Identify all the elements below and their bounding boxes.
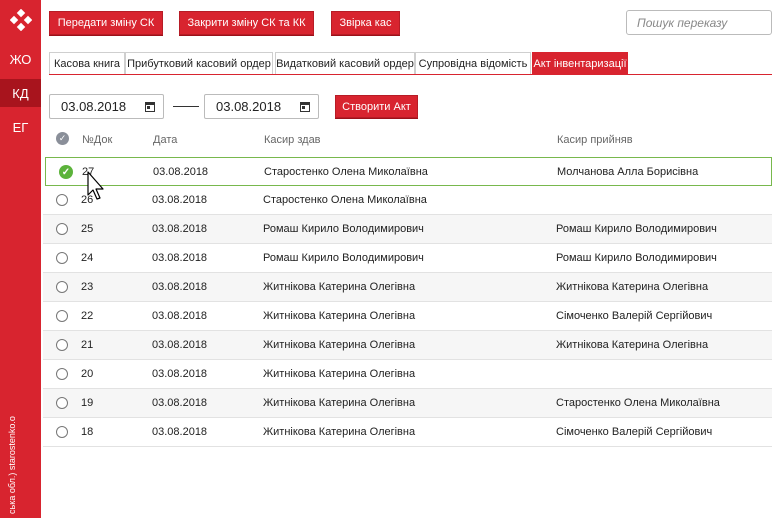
table-row[interactable]: 24 03.08.2018 Ромаш Кирило Володимирович… (43, 244, 772, 273)
cell-cashier-gave: Житнікова Катерина Олегівна (263, 339, 416, 351)
radio-icon[interactable] (56, 194, 68, 206)
date-to-field[interactable]: 03.08.2018 (204, 94, 319, 119)
cell-num: 20 (81, 368, 94, 380)
table-row[interactable]: 18 03.08.2018 Житнікова Катерина Олегівн… (43, 418, 772, 447)
cell-num: 26 (81, 194, 94, 206)
date-range-separator (173, 106, 199, 107)
check-icon[interactable]: ✓ (59, 165, 73, 179)
calendar-icon[interactable] (145, 102, 155, 112)
cell-num: 19 (81, 397, 94, 409)
radio-icon[interactable] (56, 426, 68, 438)
sidebar-item-eg[interactable]: ЕГ (0, 113, 41, 141)
cell-cashier-received: Ромаш Кирило Володимирович (556, 252, 717, 264)
cell-date: 03.08.2018 (152, 194, 208, 206)
cell-cashier-received: Сімоченко Валерій Сергійович (556, 426, 713, 438)
cell-cashier-received: Ромаш Кирило Володимирович (556, 223, 717, 235)
transfer-shift-button[interactable]: Передати зміну СК (49, 11, 163, 35)
cell-date: 03.08.2018 (152, 426, 208, 438)
cell-num: 18 (81, 426, 94, 438)
cell-date: 03.08.2018 (152, 339, 208, 351)
cell-date: 03.08.2018 (152, 397, 208, 409)
table-row[interactable]: 22 03.08.2018 Житнікова Катерина Олегівн… (43, 302, 772, 331)
table-row[interactable]: 20 03.08.2018 Житнікова Катерина Олегівн… (43, 360, 772, 389)
cell-date: 03.08.2018 (152, 252, 208, 264)
column-header-date[interactable]: Дата (153, 134, 177, 146)
date-from-field[interactable]: 03.08.2018 (49, 94, 164, 119)
search-input[interactable] (626, 10, 772, 35)
radio-icon[interactable] (56, 252, 68, 264)
close-shift-button[interactable]: Закрити зміну СК та КК (179, 11, 314, 35)
tab-inventory-act[interactable]: Акт інвентаризації (532, 52, 628, 75)
cell-cashier-received: Житнікова Катерина Олегівна (556, 281, 709, 293)
cell-cashier-gave: Житнікова Катерина Олегівна (263, 368, 416, 380)
tab-cover-sheet[interactable]: Супровідна відомість (415, 52, 531, 75)
user-info: ська обл.) starostenko.o (5, 374, 19, 514)
radio-icon[interactable] (56, 339, 68, 351)
cell-cashier-gave: Житнікова Катерина Олегівна (263, 310, 416, 322)
logo-icon[interactable] (0, 0, 41, 40)
column-header-num[interactable]: №Док (82, 134, 112, 146)
cell-cashier-gave: Житнікова Катерина Олегівна (263, 281, 416, 293)
cell-date: 03.08.2018 (152, 310, 208, 322)
cell-cashier-received: Житнікова Катерина Олегівна (556, 339, 709, 351)
sidebar-item-kd[interactable]: КД (0, 79, 41, 107)
tab-receipt-order[interactable]: Прибутковий касовий ордер (125, 52, 273, 75)
table-row[interactable]: 26 03.08.2018 Старостенко Олена Миколаїв… (43, 186, 772, 215)
calendar-icon[interactable] (300, 102, 310, 112)
user-info-text: ська обл.) starostenko.o (7, 416, 17, 514)
radio-icon[interactable] (56, 368, 68, 380)
table-row[interactable]: ✓ 27 03.08.2018 Старостенко Олена Микола… (45, 157, 772, 186)
cell-date: 03.08.2018 (152, 223, 208, 235)
radio-icon[interactable] (56, 397, 68, 409)
cell-cashier-received: Молчанова Алла Борисівна (557, 166, 699, 178)
cell-num: 23 (81, 281, 94, 293)
cell-cashier-gave: Ромаш Кирило Володимирович (263, 223, 424, 235)
sidebar: ЖО КД ЕГ ська обл.) starostenko.o (0, 0, 41, 518)
tab-expense-order[interactable]: Видатковий касовий ордер (275, 52, 415, 75)
cell-num: 27 (82, 166, 95, 178)
column-header-cashier-received[interactable]: Касир прийняв (557, 134, 633, 146)
cell-date: 03.08.2018 (153, 166, 209, 178)
cell-cashier-gave: Житнікова Катерина Олегівна (263, 397, 416, 409)
cell-date: 03.08.2018 (152, 281, 208, 293)
cell-cashier-received: Старостенко Олена Миколаївна (556, 397, 720, 409)
cell-num: 24 (81, 252, 94, 264)
sidebar-item-zho[interactable]: ЖО (0, 45, 41, 73)
cell-date: 03.08.2018 (152, 368, 208, 380)
app: ЖО КД ЕГ ська обл.) starostenko.o Переда… (0, 0, 772, 518)
table-row[interactable]: 23 03.08.2018 Житнікова Катерина Олегівн… (43, 273, 772, 302)
cell-cashier-gave: Житнікова Катерина Олегівна (263, 426, 416, 438)
select-all-check-icon[interactable]: ✓ (56, 132, 69, 145)
radio-icon[interactable] (56, 310, 68, 322)
tab-cash-book[interactable]: Касова книга (49, 52, 125, 75)
reconcile-button[interactable]: Звірка кас (331, 11, 400, 35)
table-header: ✓ №Док Дата Касир здав Касир прийняв (43, 127, 772, 153)
date-from-value: 03.08.2018 (61, 99, 127, 114)
cell-num: 21 (81, 339, 94, 351)
cell-cashier-gave: Старостенко Олена Миколаївна (263, 194, 427, 206)
date-to-value: 03.08.2018 (216, 99, 282, 114)
cell-cashier-gave: Ромаш Кирило Володимирович (263, 252, 424, 264)
table-row[interactable]: 21 03.08.2018 Житнікова Катерина Олегівн… (43, 331, 772, 360)
cell-cashier-gave: Старостенко Олена Миколаївна (264, 166, 428, 178)
cell-num: 22 (81, 310, 94, 322)
create-act-button[interactable]: Створити Акт (335, 95, 418, 118)
column-header-cashier-gave[interactable]: Касир здав (264, 134, 321, 146)
table-row[interactable]: 25 03.08.2018 Ромаш Кирило Володимирович… (43, 215, 772, 244)
radio-icon[interactable] (56, 223, 68, 235)
tab-underline (49, 74, 772, 75)
cell-num: 25 (81, 223, 94, 235)
radio-icon[interactable] (56, 281, 68, 293)
cell-cashier-received: Сімоченко Валерій Сергійович (556, 310, 713, 322)
table-row[interactable]: 19 03.08.2018 Житнікова Катерина Олегівн… (43, 389, 772, 418)
